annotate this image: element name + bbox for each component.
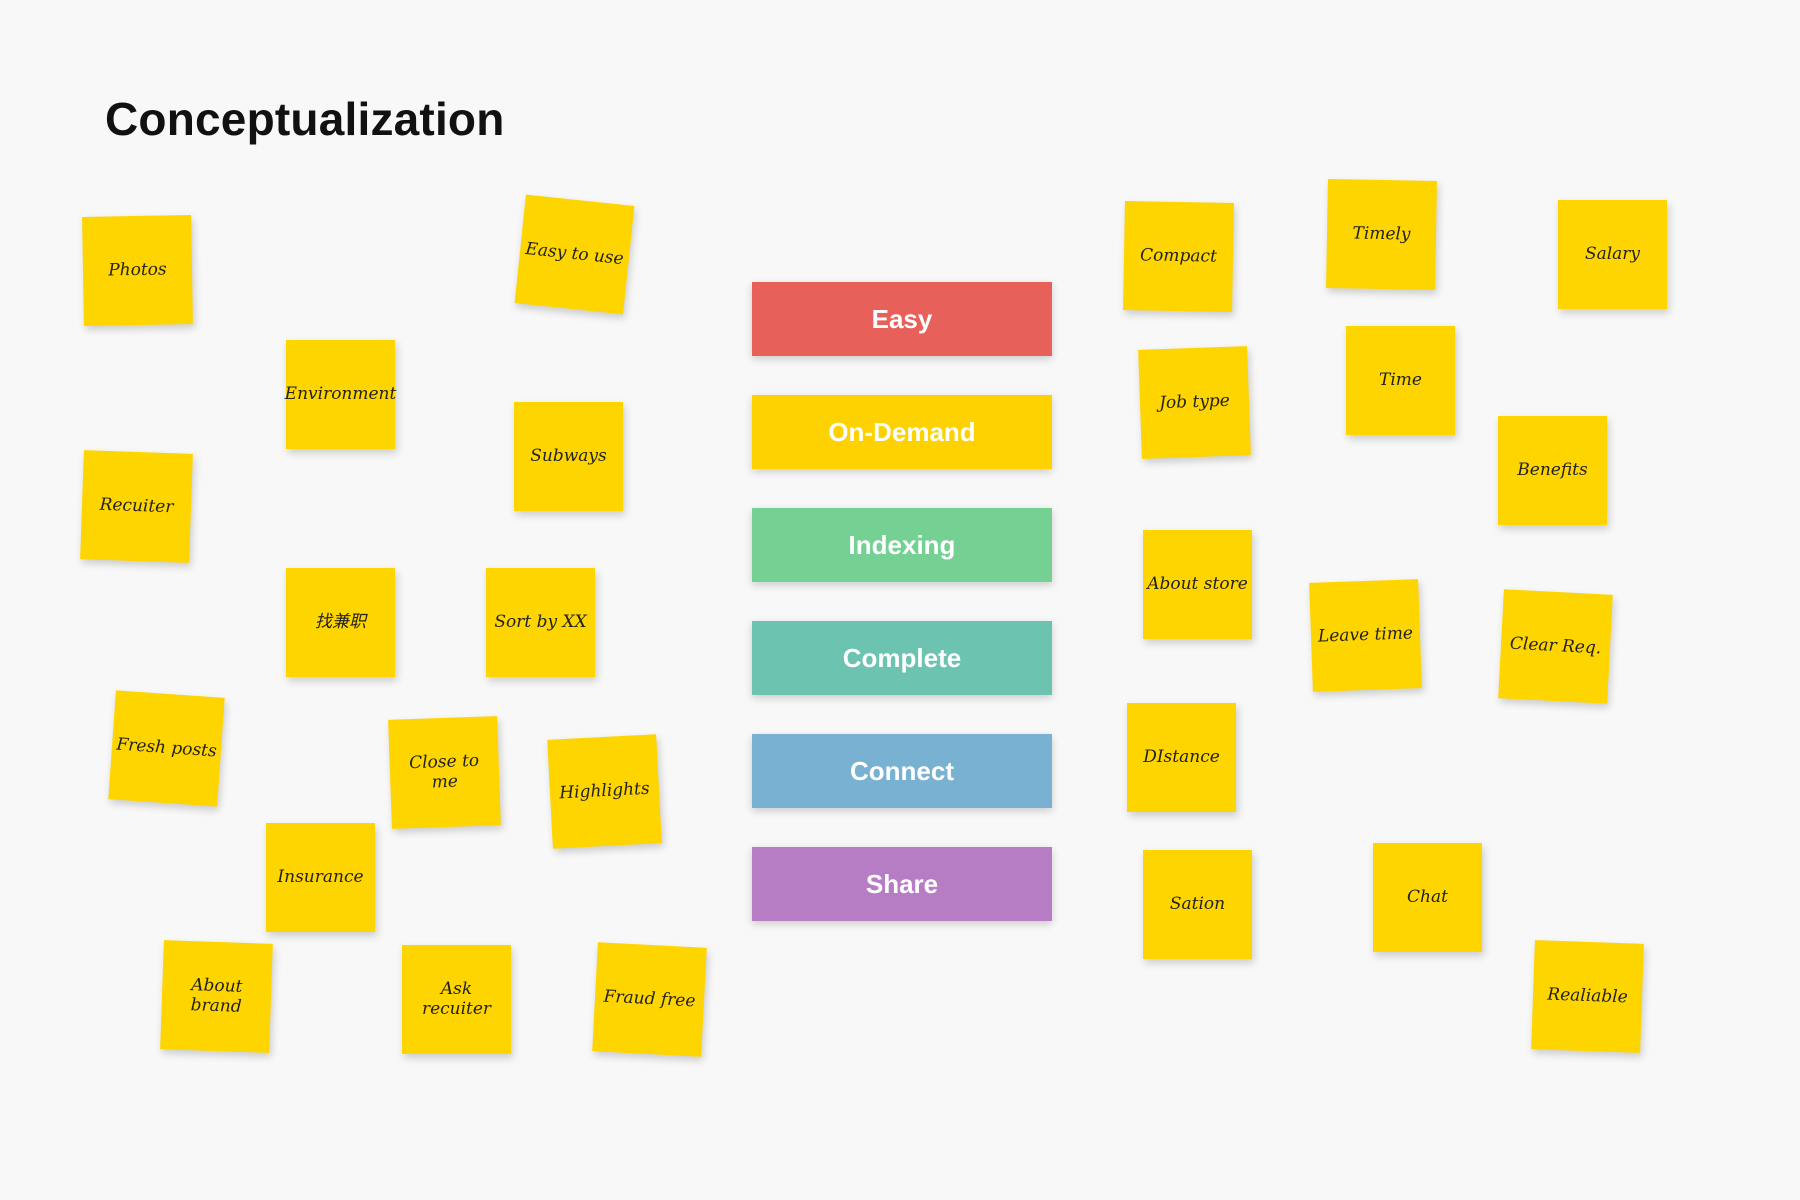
- sticky-note[interactable]: Fresh posts: [108, 690, 225, 807]
- sticky-note[interactable]: Highlights: [547, 734, 662, 849]
- sticky-note[interactable]: Ask recuiter: [402, 945, 511, 1054]
- sticky-note[interactable]: 找兼职: [286, 568, 395, 677]
- sticky-note[interactable]: Sort by XX: [486, 568, 595, 677]
- sticky-note[interactable]: Salary: [1558, 200, 1667, 309]
- sticky-note[interactable]: Fraud free: [592, 942, 707, 1057]
- sticky-note[interactable]: Easy to use: [514, 194, 635, 315]
- sticky-note[interactable]: About brand: [160, 940, 273, 1053]
- sticky-note[interactable]: Benefits: [1498, 416, 1607, 525]
- sticky-note[interactable]: Clear Req.: [1498, 589, 1613, 704]
- sticky-note[interactable]: Insurance: [266, 823, 375, 932]
- sticky-note[interactable]: Job type: [1138, 346, 1251, 459]
- sticky-note[interactable]: Sation: [1143, 850, 1252, 959]
- sticky-board: Photos Easy to use Environment Subways R…: [0, 0, 1800, 1200]
- sticky-note[interactable]: Realiable: [1531, 940, 1644, 1053]
- sticky-note[interactable]: Recuiter: [80, 450, 193, 563]
- sticky-note[interactable]: About store: [1143, 530, 1252, 639]
- sticky-note[interactable]: Chat: [1373, 843, 1482, 952]
- sticky-note[interactable]: Environment: [285, 340, 396, 449]
- sticky-note[interactable]: Timely: [1326, 179, 1437, 290]
- sticky-note[interactable]: Close to me: [388, 716, 501, 829]
- sticky-note[interactable]: Compact: [1123, 201, 1234, 312]
- sticky-note[interactable]: Leave time: [1309, 579, 1422, 692]
- sticky-note[interactable]: Photos: [82, 215, 193, 326]
- sticky-note[interactable]: DIstance: [1127, 703, 1236, 812]
- sticky-note[interactable]: Subways: [514, 402, 623, 511]
- sticky-note[interactable]: Time: [1346, 326, 1455, 435]
